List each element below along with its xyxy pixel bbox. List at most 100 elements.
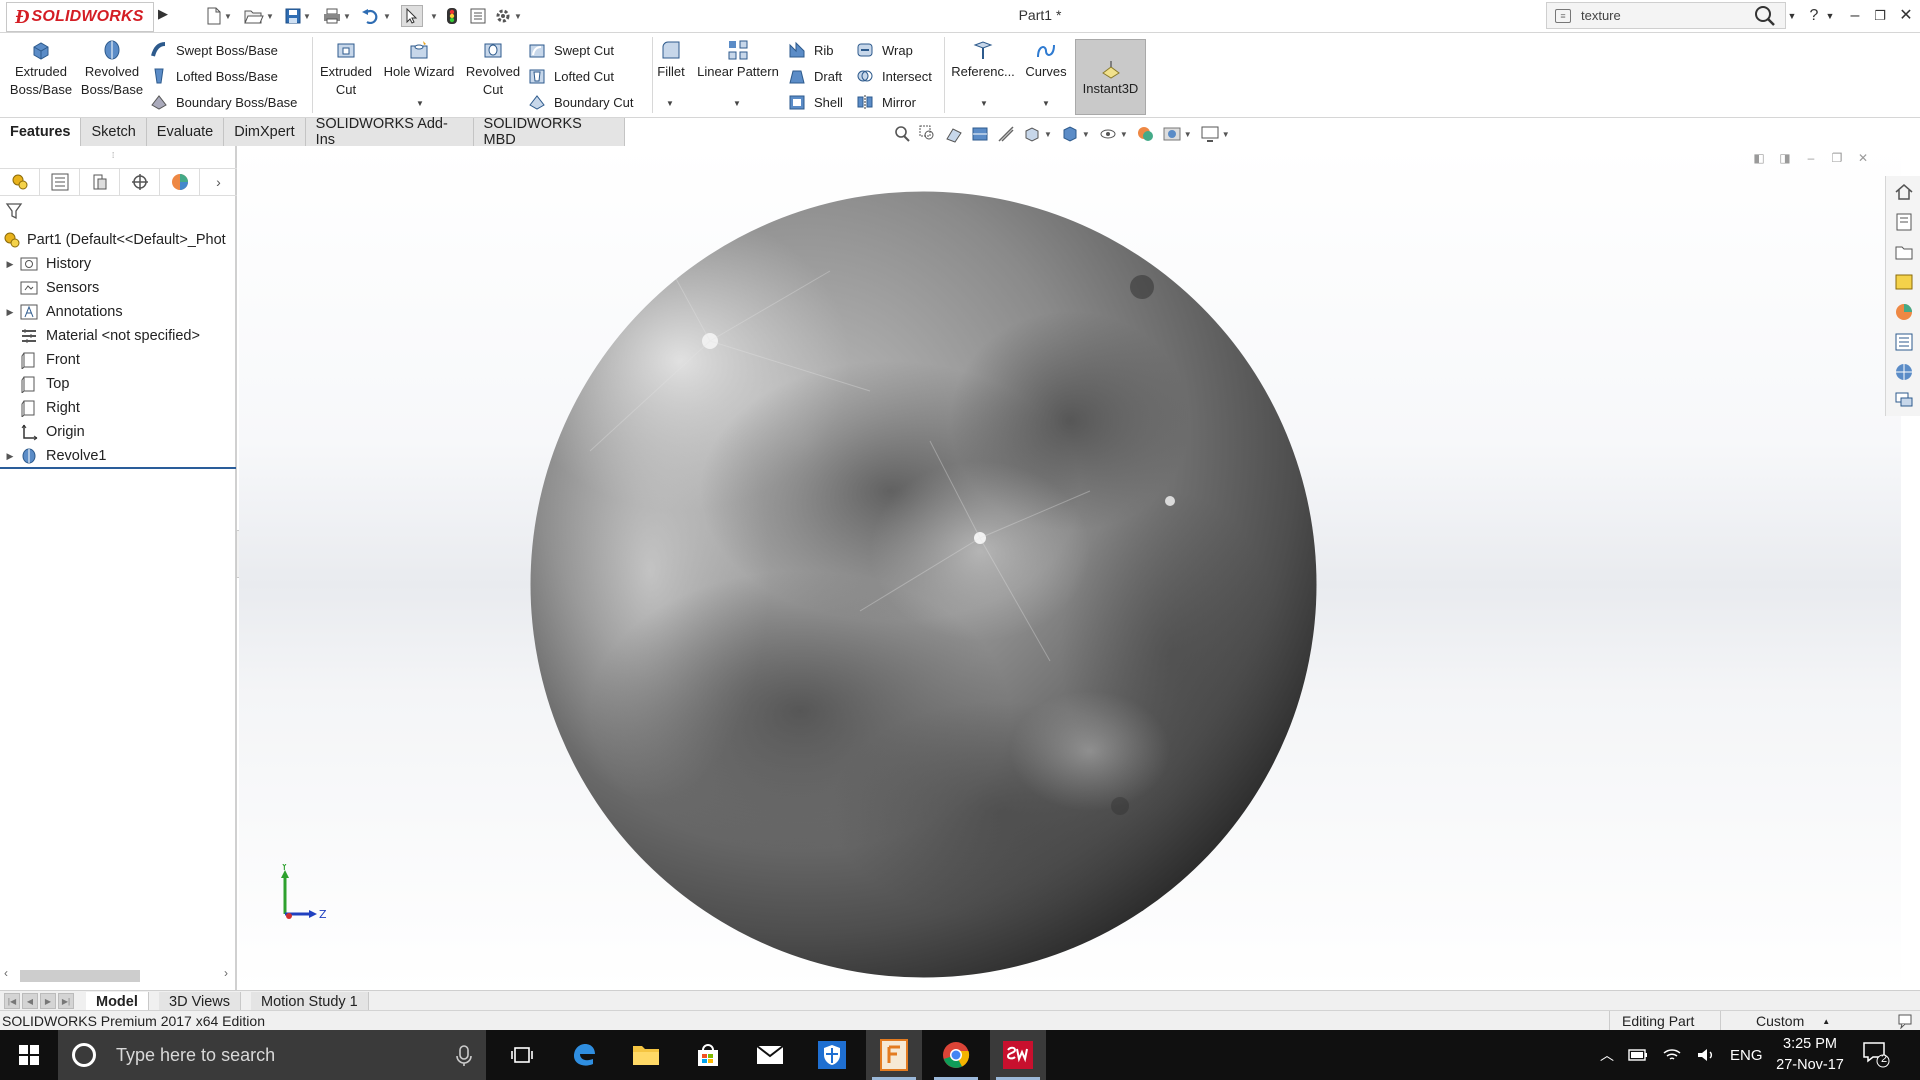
view-orientation-icon[interactable] [1022,124,1042,144]
mail-app[interactable] [742,1030,798,1080]
tab-sketch[interactable]: Sketch [81,118,147,146]
instant3d-button[interactable]: Instant3D [1075,39,1146,115]
filter-icon[interactable] [5,202,23,220]
save-button[interactable]: ▼ [285,5,311,27]
fillet-dropdown-icon[interactable]: ▼ [666,99,674,108]
mirror-button[interactable]: Mirror [856,91,916,113]
feature-manager-tab[interactable] [0,169,40,195]
lofted-boss-button[interactable]: Lofted Boss/Base [150,65,278,87]
viewport-close-icon[interactable]: ✕ [1855,150,1871,166]
section-view-icon[interactable] [970,124,990,144]
tree-item-revolve1[interactable]: ▶ Revolve1 [0,445,107,467]
fillet-button[interactable]: Fillet [656,39,686,81]
foxit-app[interactable] [866,1030,922,1080]
tab-solidworks-add-ins[interactable]: SOLIDWORKS Add-Ins [305,116,474,148]
panel-splitter-icon[interactable]: ⁞ [112,151,114,160]
shell-button[interactable]: Shell [788,91,843,113]
property-manager-tab[interactable] [40,169,80,195]
select-button[interactable] [401,5,423,27]
view-settings-icon[interactable] [1200,124,1220,144]
scrollbar-thumb[interactable] [20,970,140,982]
edge-app[interactable] [556,1030,612,1080]
linear-pattern-dropdown-icon[interactable]: ▼ [733,99,741,108]
tree-item-material[interactable]: Material <not specified> [0,325,200,347]
chrome-app[interactable] [928,1030,984,1080]
taskbar-clock[interactable]: 3:25 PM 27-Nov-17 [1770,1034,1850,1076]
design-library-icon[interactable] [1894,212,1914,232]
file-properties-button[interactable] [470,5,486,27]
previous-view-icon[interactable] [944,124,964,144]
expand-arrow-icon[interactable]: ▶ [0,451,20,462]
custom-properties-icon[interactable] [1894,332,1914,352]
tree-item-top-plane[interactable]: Top [0,373,69,395]
apply-scene-icon[interactable] [1162,124,1182,144]
extruded-boss-button[interactable]: Extruded Boss/Base [8,39,74,99]
input-language-indicator[interactable]: ENG [1730,1047,1763,1064]
taskbar-search-box[interactable]: Type here to search [58,1030,486,1080]
dynamic-annotation-views-icon[interactable] [996,124,1016,144]
boundary-cut-button[interactable]: Boundary Cut [528,91,634,113]
file-explorer-icon[interactable] [1894,242,1914,262]
graphics-area[interactable]: ◧ ◨ – ❐ ✕ Y Z [239,146,1901,990]
hole-wizard-button[interactable]: Hole Wizard [380,39,458,81]
tab-dimxpert[interactable]: DimXpert [224,118,306,146]
show-hidden-icons-chevron-icon[interactable]: ︿ [1600,1045,1614,1065]
viewport-restore-icon[interactable]: ❐ [1829,150,1845,166]
select-dropdown[interactable]: ▼ [428,5,438,27]
tree-item-history[interactable]: ▶ History [0,253,92,275]
help-dropdown-icon[interactable]: ▼ [1818,4,1842,28]
revolved-cut-button[interactable]: Revolved Cut [462,39,524,99]
tree-item-origin[interactable]: Origin [0,421,85,443]
first-tab-icon[interactable]: |◀ [4,993,20,1009]
tab-motion-study-1[interactable]: Motion Study 1 [251,992,369,1011]
reference-geometry-button[interactable]: Referenc... [948,39,1018,81]
lofted-cut-button[interactable]: Lofted Cut [528,65,614,87]
hide-show-items-icon[interactable] [1098,124,1118,144]
zoom-to-fit-icon[interactable] [892,124,912,144]
display-manager-tab[interactable] [160,169,200,195]
dimxpert-manager-tab[interactable] [120,169,160,195]
appearances-icon[interactable] [1894,302,1914,322]
home-icon[interactable] [1894,182,1914,202]
tab-3d-views[interactable]: 3D Views [159,992,241,1011]
curves-button[interactable]: Curves [1022,39,1070,81]
print-button[interactable]: ▼ [323,5,351,27]
tab-model[interactable]: Model [86,992,149,1011]
view-orientation-dropdown-icon[interactable]: ▼ [1044,130,1052,139]
options-button[interactable]: ▼ [494,5,522,27]
menu-expand-icon[interactable]: ▶ [158,6,170,26]
hide-show-dropdown-icon[interactable]: ▼ [1120,130,1128,139]
task-view-button[interactable] [494,1030,550,1080]
forum-icon[interactable] [1894,390,1914,410]
search-commands-input[interactable]: ≡ texture [1546,2,1786,29]
tab-evaluate[interactable]: Evaluate [146,118,225,146]
tab-solidworks-mbd[interactable]: SOLIDWORKS MBD [473,116,625,148]
solidworks-resources-icon[interactable] [1894,362,1914,382]
viewport-minimize-icon[interactable]: – [1803,150,1819,166]
viewport-tile-right-icon[interactable]: ◨ [1777,150,1793,166]
swept-cut-button[interactable]: Swept Cut [528,39,614,61]
action-center-button[interactable]: 2 [1862,1040,1892,1070]
expand-arrow-icon[interactable]: ▶ [0,307,20,318]
close-button[interactable]: ✕ [1894,4,1918,28]
hole-wizard-dropdown-icon[interactable]: ▼ [416,99,424,108]
curves-dropdown-icon[interactable]: ▼ [1042,99,1050,108]
swept-boss-button[interactable]: Swept Boss/Base [150,39,278,61]
apply-scene-dropdown-icon[interactable]: ▼ [1184,130,1192,139]
revolved-boss-button[interactable]: Revolved Boss/Base [78,39,146,99]
tree-root-part[interactable]: Part1 (Default<<Default>_Phot [0,229,226,251]
next-tab-icon[interactable]: ▶ [40,993,56,1009]
reference-dropdown-icon[interactable]: ▼ [980,99,988,108]
solidworks-logo[interactable]: Ɖ SOLIDWORKS [6,2,154,32]
tooltip-toggle-icon[interactable] [1898,1013,1914,1029]
solidworks-app[interactable] [990,1030,1046,1080]
rebuild-button[interactable] [446,5,458,27]
scroll-right-icon[interactable]: › [224,966,228,980]
draft-button[interactable]: Draft [788,65,842,87]
store-app[interactable] [680,1030,736,1080]
display-style-icon[interactable] [1060,124,1080,144]
scroll-left-icon[interactable]: ‹ [4,966,8,980]
intersect-button[interactable]: Intersect [856,65,932,87]
start-button[interactable] [0,1030,58,1080]
tree-item-annotations[interactable]: ▶ Annotations [0,301,123,323]
